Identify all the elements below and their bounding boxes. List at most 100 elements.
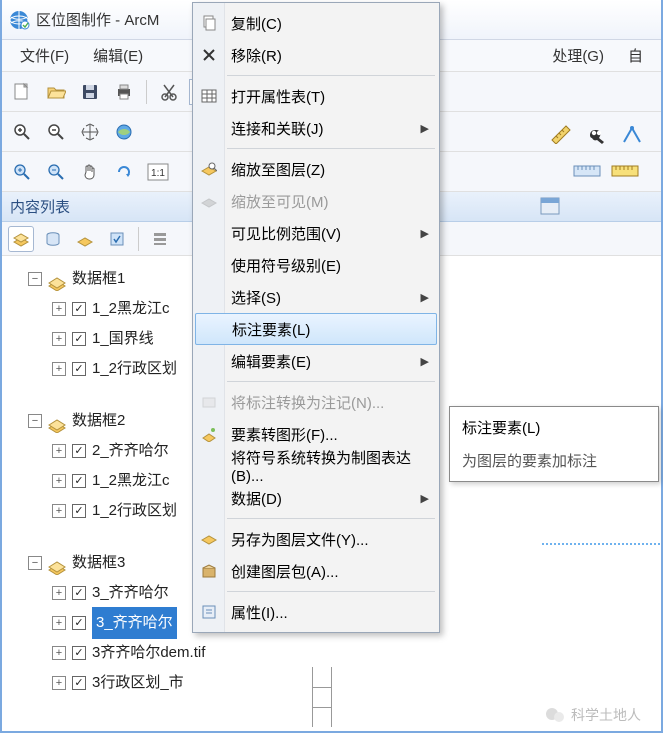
open-folder-icon[interactable] [42,78,70,106]
zoom-in-icon[interactable] [8,118,36,146]
menu-geoprocessing[interactable]: 处理(G) [540,41,616,70]
ctx-copy[interactable]: 复制(C) [193,7,439,39]
data-frame-icon [48,556,66,570]
ctx-data[interactable]: 数据(D)▶ [193,482,439,514]
checkbox-checked-icon[interactable]: ✓ [72,474,86,488]
pan-icon[interactable] [76,118,104,146]
new-doc-icon[interactable] [8,78,36,106]
data-frame-label[interactable]: 数据框2 [72,406,125,436]
watermark: 科学土地人 [545,705,641,725]
full-extent-icon[interactable] [110,118,138,146]
layer-label[interactable]: 1_国界线 [92,324,154,354]
data-frame-label[interactable]: 数据框3 [72,548,125,578]
ctx-edit-features[interactable]: 编辑要素(E)▶ [193,345,439,377]
ctx-properties[interactable]: 属性(I)... [193,596,439,628]
expand-icon[interactable]: + [52,444,66,458]
checkbox-checked-icon[interactable]: ✓ [72,586,86,600]
expand-icon[interactable]: + [52,362,66,376]
layer-item[interactable]: + ✓ 3齐齐哈尔dem.tif [6,638,657,668]
ctx-label: 另存为图层文件(Y)... [231,529,369,550]
layer-label[interactable]: 1_2黑龙江c [92,294,170,324]
layer-label[interactable]: 3行政区划_市 [92,668,184,698]
ctx-label: 使用符号级别(E) [231,255,341,276]
guide-line [542,543,660,545]
layout-ruler-icon[interactable] [573,160,601,183]
expand-icon[interactable]: + [52,676,66,690]
ctx-join-relate[interactable]: 连接和关联(J)▶ [193,112,439,144]
list-by-source-icon[interactable] [40,226,66,252]
watermark-text: 科学土地人 [571,705,641,725]
collapse-icon[interactable]: − [28,414,42,428]
expand-icon[interactable]: + [52,332,66,346]
checkbox-checked-icon[interactable]: ✓ [72,332,86,346]
print-icon[interactable] [110,78,138,106]
checkbox-checked-icon[interactable]: ✓ [72,616,86,630]
menu-file[interactable]: 文件(F) [8,41,81,70]
layer-label[interactable]: 1_2行政区划 [92,354,177,384]
menu-edit[interactable]: 编辑(E) [81,41,155,70]
ctx-selection[interactable]: 选择(S)▶ [193,281,439,313]
ctx-label: 编辑要素(E) [231,351,311,372]
ctx-remove[interactable]: 移除(R) [193,39,439,71]
svg-text:1:1: 1:1 [151,168,165,179]
checkbox-checked-icon[interactable]: ✓ [72,504,86,518]
list-by-drawing-order-icon[interactable] [8,226,34,252]
goto-xy-icon[interactable] [619,120,647,148]
layer-label[interactable]: 1_2行政区划 [92,496,177,526]
expand-icon[interactable]: + [52,302,66,316]
find-icon[interactable] [583,120,611,148]
ctx-open-attr-table[interactable]: 打开属性表(T) [193,80,439,112]
ctx-save-as-layer-file[interactable]: 另存为图层文件(Y)... [193,523,439,555]
expand-icon[interactable]: + [52,504,66,518]
ctx-visible-scale-range[interactable]: 可见比例范围(V)▶ [193,217,439,249]
properties-icon [199,602,219,622]
checkbox-checked-icon[interactable]: ✓ [72,444,86,458]
catalog-panel-icon[interactable] [539,196,561,221]
ctx-zoom-to-layer[interactable]: 缩放至图层(Z) [193,153,439,185]
expand-icon[interactable]: + [52,616,66,630]
layer-label-selected[interactable]: 3_齐齐哈尔 [92,607,177,639]
zoom-in-fixed-icon[interactable] [8,158,36,186]
collapse-icon[interactable]: − [28,272,42,286]
ruler-icon[interactable] [611,160,639,183]
save-icon[interactable] [76,78,104,106]
list-by-selection-icon[interactable] [104,226,130,252]
ctx-label: 连接和关联(J) [231,118,324,139]
zoom-out-icon[interactable] [42,118,70,146]
ctx-use-symbol-levels[interactable]: 使用符号级别(E) [193,249,439,281]
ctx-label: 创建图层包(A)... [231,561,339,582]
ctx-label-features[interactable]: 标注要素(L) [195,313,437,345]
layer-label[interactable]: 3齐齐哈尔dem.tif [92,638,205,668]
ctx-label: 要素转图形(F)... [231,424,338,445]
anno-icon [199,392,219,412]
expand-icon[interactable]: + [52,474,66,488]
cut-icon[interactable] [155,78,183,106]
data-frame-label[interactable]: 数据框1 [72,264,125,294]
checkbox-checked-icon[interactable]: ✓ [72,362,86,376]
refresh-icon[interactable] [110,158,138,186]
ctx-features-to-graphics[interactable]: 要素转图形(F)... [193,418,439,450]
layer-label[interactable]: 2_齐齐哈尔 [92,436,169,466]
pan-hand-icon[interactable] [76,158,104,186]
measure-icon[interactable] [547,120,575,148]
checkbox-checked-icon[interactable]: ✓ [72,676,86,690]
expand-icon[interactable]: + [52,586,66,600]
menu-customize[interactable]: 自 [616,41,655,70]
expand-icon[interactable]: + [52,646,66,660]
right-tool-cluster [547,120,647,148]
scale-1to1-icon[interactable]: 1:1 [144,158,172,186]
checkbox-checked-icon[interactable]: ✓ [72,646,86,660]
ctx-create-layer-package[interactable]: 创建图层包(A)... [193,555,439,587]
collapse-icon[interactable]: − [28,556,42,570]
ctx-label: 复制(C) [231,13,282,34]
checkbox-checked-icon[interactable]: ✓ [72,302,86,316]
tooltip-title: 标注要素(L) [462,417,646,438]
list-by-visibility-icon[interactable] [72,226,98,252]
ctx-sym-to-representation[interactable]: 将符号系统转换为制图表达(B)... [193,450,439,482]
zoom-out-fixed-icon[interactable] [42,158,70,186]
layer-label[interactable]: 3_齐齐哈尔 [92,578,169,608]
ctx-label: 移除(R) [231,45,282,66]
options-icon[interactable] [147,226,173,252]
feat2graphic-icon [199,424,219,444]
layer-label[interactable]: 1_2黑龙江c [92,466,170,496]
